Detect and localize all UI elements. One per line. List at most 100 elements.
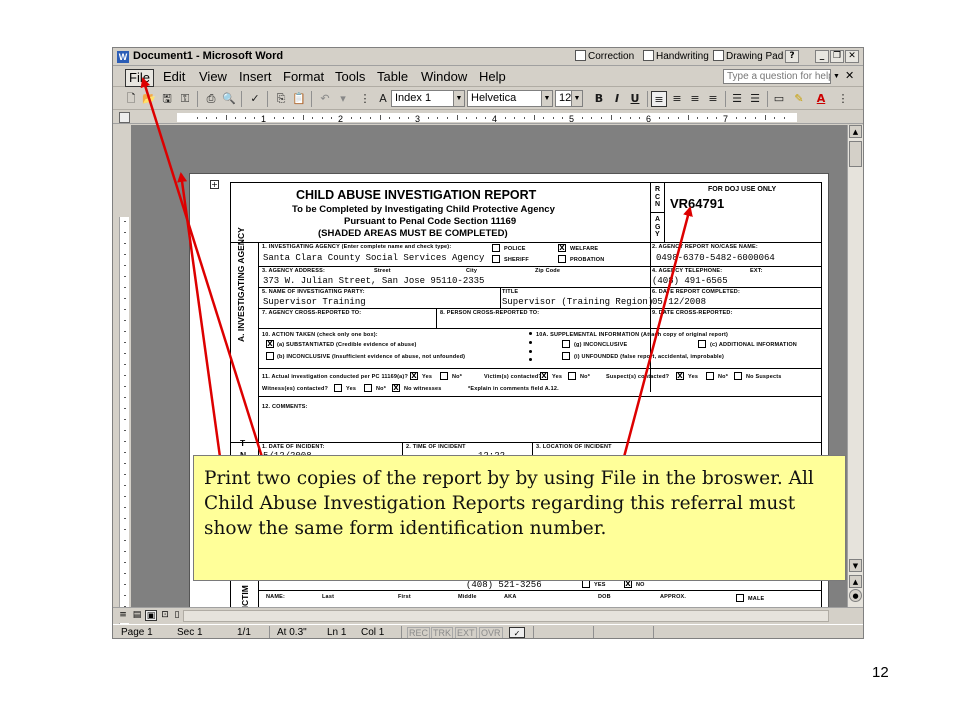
- horizontal-ruler[interactable]: 1 2 3 4 5 6 7: [113, 111, 863, 124]
- toolbar-options-icon[interactable]: ⋮: [357, 91, 373, 107]
- probation-checkbox[interactable]: [558, 255, 566, 263]
- menu-help[interactable]: Help: [476, 69, 509, 85]
- victim-male-checkbox[interactable]: [736, 594, 744, 602]
- redo-icon[interactable]: ▾: [335, 91, 351, 107]
- help-icon[interactable]: ?: [785, 50, 799, 63]
- help-question-input[interactable]: Type a question for help: [723, 69, 831, 84]
- new-icon[interactable]: 🗋: [123, 91, 139, 107]
- numbering-icon[interactable]: ☰: [729, 91, 745, 107]
- scroll-thumb[interactable]: [849, 141, 862, 167]
- style-select[interactable]: Index 1 ▼: [391, 90, 465, 107]
- web-layout-icon[interactable]: ▤: [131, 610, 143, 621]
- italic-button[interactable]: I: [609, 91, 625, 107]
- align-right-icon[interactable]: ≡: [687, 91, 703, 107]
- copy-icon[interactable]: ⎘: [273, 91, 289, 107]
- select-browse-object-icon[interactable]: ●: [849, 589, 862, 602]
- inconclusive-supplemental-checkbox[interactable]: [562, 340, 570, 348]
- menu-file[interactable]: File: [125, 69, 154, 87]
- menu-insert[interactable]: Insert: [236, 69, 275, 85]
- bold-button[interactable]: B: [591, 91, 607, 107]
- suspects-no-checkbox[interactable]: [706, 372, 714, 380]
- spelling-status-icon[interactable]: ✓: [509, 627, 525, 638]
- ext-label: EXT:: [750, 268, 763, 274]
- borders-icon[interactable]: ▭: [771, 91, 787, 107]
- menu-window[interactable]: Window: [418, 69, 470, 85]
- font-color-icon[interactable]: A: [813, 91, 829, 107]
- unfounded-checkbox[interactable]: [562, 352, 570, 360]
- table-move-handle[interactable]: +: [210, 180, 219, 189]
- horizontal-scrollbar[interactable]: [183, 610, 829, 622]
- undo-icon[interactable]: ↶: [317, 91, 333, 107]
- highlight-icon[interactable]: ✎: [791, 91, 807, 107]
- correction-button[interactable]: Correction: [575, 50, 634, 64]
- no-suspects-checkbox[interactable]: [734, 372, 742, 380]
- witnesses-no-checkbox[interactable]: [364, 384, 372, 392]
- style-dropdown-icon[interactable]: ▼: [453, 91, 464, 106]
- status-trk[interactable]: TRK: [431, 627, 453, 638]
- vertical-ruler-tick: [124, 430, 126, 431]
- ruler-tick: [466, 117, 468, 119]
- witnesses-yes-checkbox[interactable]: [334, 384, 342, 392]
- additional-info-checkbox[interactable]: [698, 340, 706, 348]
- font-select[interactable]: Helvetica ▼: [467, 90, 553, 107]
- investigation-yes-checkbox[interactable]: X: [410, 372, 418, 380]
- menu-tools[interactable]: Tools: [332, 69, 368, 85]
- normal-view-icon[interactable]: ≡: [117, 610, 129, 621]
- outline-view-icon[interactable]: ⊡: [159, 610, 171, 621]
- print-icon[interactable]: ⎙: [203, 91, 219, 107]
- tab-selector[interactable]: [119, 112, 130, 123]
- no-witnesses-checkbox[interactable]: X: [392, 384, 400, 392]
- inconclusive-checkbox[interactable]: [266, 352, 274, 360]
- print-preview-icon[interactable]: 🔍: [221, 91, 237, 107]
- status-ext[interactable]: EXT: [455, 627, 477, 638]
- city-label: City: [466, 268, 478, 274]
- vertical-ruler[interactable]: [119, 217, 129, 638]
- substantiated-checkbox[interactable]: X: [266, 340, 274, 348]
- scroll-down-icon[interactable]: ▼: [849, 559, 862, 572]
- restore-button[interactable]: ❐: [830, 50, 844, 63]
- font-dropdown-icon[interactable]: ▼: [541, 91, 552, 106]
- reading-layout-icon[interactable]: ▯: [171, 610, 183, 621]
- victim-yes-checkbox[interactable]: [582, 580, 590, 588]
- victim-no-checkbox[interactable]: X: [624, 580, 632, 588]
- help-dropdown-icon[interactable]: ▼: [833, 73, 840, 80]
- victims-yes-checkbox[interactable]: X: [540, 372, 548, 380]
- bullets-icon[interactable]: ☰: [747, 91, 763, 107]
- vertical-ruler-tick: [124, 529, 126, 530]
- police-checkbox[interactable]: [492, 244, 500, 252]
- previous-page-icon[interactable]: ▲: [849, 575, 862, 588]
- victims-no-checkbox[interactable]: [568, 372, 576, 380]
- underline-button[interactable]: U: [627, 91, 643, 107]
- align-center-icon[interactable]: ≡: [669, 91, 685, 107]
- menu-format[interactable]: Format: [280, 69, 327, 85]
- close-button[interactable]: ✕: [845, 50, 859, 63]
- permission-icon[interactable]: ⚿: [177, 91, 193, 107]
- status-ovr[interactable]: OVR: [479, 627, 503, 638]
- investigation-no-checkbox[interactable]: [440, 372, 448, 380]
- menu-view[interactable]: View: [196, 69, 230, 85]
- menu-edit[interactable]: Edit: [160, 69, 188, 85]
- open-icon[interactable]: 📂: [141, 91, 157, 107]
- handwriting-button[interactable]: Handwriting: [643, 50, 709, 64]
- menu-table[interactable]: Table: [374, 69, 411, 85]
- field-10-label: 10. ACTION TAKEN (check only one box):: [262, 332, 378, 338]
- vertical-scrollbar[interactable]: ▲ ▼ ▲ ●: [847, 125, 863, 607]
- suspects-yes-checkbox[interactable]: X: [676, 372, 684, 380]
- align-left-icon[interactable]: ≡: [651, 91, 667, 107]
- drawing-pad-button[interactable]: Drawing Pad: [713, 50, 783, 64]
- spelling-icon[interactable]: ✓: [247, 91, 263, 107]
- toolbar-options-icon-2[interactable]: ⋮: [835, 91, 851, 107]
- paste-icon[interactable]: 📋: [291, 91, 307, 107]
- status-rec[interactable]: REC: [407, 627, 431, 638]
- minimize-button[interactable]: _: [815, 50, 829, 63]
- font-size-dropdown-icon[interactable]: ▼: [571, 91, 582, 106]
- welfare-checkbox[interactable]: X: [558, 244, 566, 252]
- sheriff-checkbox[interactable]: [492, 255, 500, 263]
- scroll-up-icon[interactable]: ▲: [849, 125, 862, 138]
- print-layout-icon[interactable]: ▣: [145, 610, 157, 621]
- justify-icon[interactable]: ≡: [705, 91, 721, 107]
- styles-formatting-icon[interactable]: A: [375, 91, 391, 107]
- save-icon[interactable]: 🖫: [159, 91, 175, 107]
- close-document-icon[interactable]: ✕: [845, 69, 854, 82]
- font-size-select[interactable]: 12 ▼: [555, 90, 583, 107]
